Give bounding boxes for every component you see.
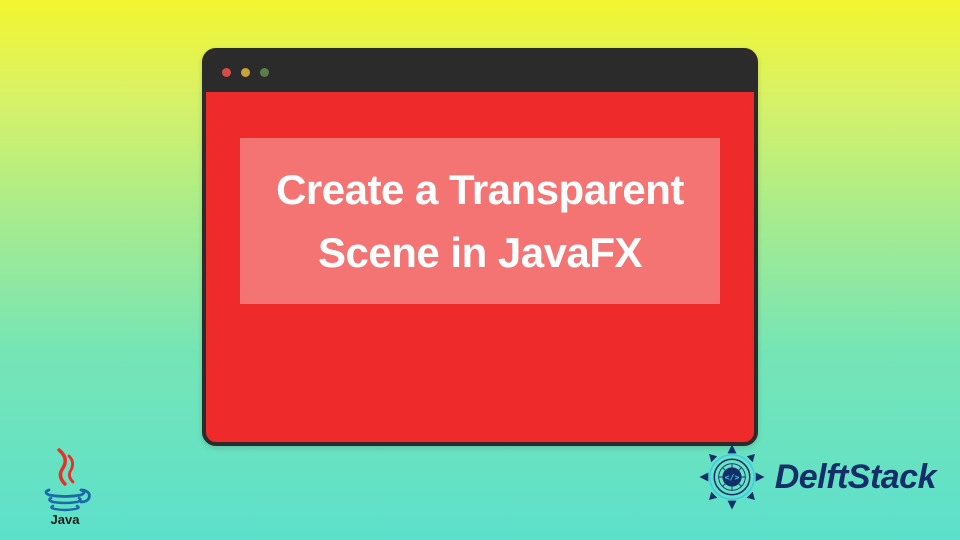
delftstack-emblem-icon: </> — [695, 440, 769, 514]
java-label: Java — [51, 512, 81, 526]
maximize-icon — [260, 68, 269, 77]
delftstack-label: DelftStack — [775, 458, 936, 497]
heading-box: Create a Transparent Scene in JavaFX — [240, 138, 720, 304]
minimize-icon — [241, 68, 250, 77]
close-icon — [222, 68, 231, 77]
delftstack-logo: </> DelftStack — [695, 440, 936, 514]
window-titlebar — [206, 52, 754, 92]
window-content: Create a Transparent Scene in JavaFX — [206, 92, 754, 350]
svg-text:</>: </> — [724, 472, 739, 482]
java-icon: Java — [35, 446, 95, 526]
mockup-window: Create a Transparent Scene in JavaFX — [202, 48, 758, 446]
main-heading: Create a Transparent Scene in JavaFX — [264, 158, 696, 284]
java-logo: Java — [30, 446, 100, 526]
